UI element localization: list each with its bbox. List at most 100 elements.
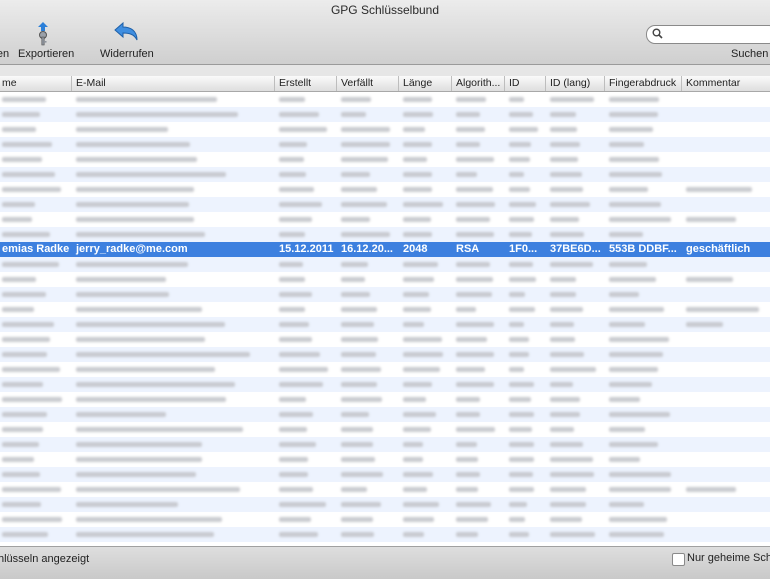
table-row[interactable] — [0, 287, 770, 302]
blurred-cell — [76, 532, 214, 537]
blurred-cell — [403, 367, 441, 372]
blurred-cell — [509, 157, 531, 162]
table-row[interactable] — [0, 167, 770, 182]
blurred-cell — [609, 412, 670, 417]
column-header-7[interactable]: ID (lang) — [546, 76, 605, 91]
blurred-cell — [279, 187, 314, 192]
table-row[interactable] — [0, 347, 770, 362]
table-row[interactable] — [0, 152, 770, 167]
table-row[interactable] — [0, 527, 770, 542]
blurred-cell — [509, 112, 534, 117]
blurred-cell — [609, 172, 662, 177]
blurred-cell — [609, 277, 656, 282]
table-row[interactable] — [0, 512, 770, 527]
blurred-cell — [279, 232, 305, 237]
blurred-cell — [550, 382, 574, 387]
blurred-cell — [279, 337, 313, 342]
blurred-cell — [403, 217, 431, 222]
blurred-cell — [509, 442, 535, 447]
blurred-cell — [609, 442, 658, 447]
blurred-cell — [609, 187, 648, 192]
table-row[interactable] — [0, 182, 770, 197]
search-input[interactable] — [665, 27, 770, 43]
table-row[interactable] — [0, 107, 770, 122]
column-header-1[interactable]: E-Mail — [72, 76, 275, 91]
blurred-cell — [403, 202, 444, 207]
column-header-2[interactable]: Erstellt — [275, 76, 337, 91]
blurred-cell — [2, 142, 53, 147]
blurred-cell — [403, 232, 433, 237]
blurred-cell — [341, 307, 377, 312]
column-header-9[interactable]: Kommentar — [682, 76, 770, 91]
column-header-3[interactable]: Verfällt — [337, 76, 399, 91]
blurred-cell — [509, 127, 538, 132]
blurred-cell — [456, 112, 481, 117]
table-row[interactable] — [0, 137, 770, 152]
blurred-cell — [550, 412, 580, 417]
blurred-cell — [456, 337, 487, 342]
blurred-cell — [509, 532, 529, 537]
table-row[interactable] — [0, 317, 770, 332]
blurred-cell — [609, 262, 647, 267]
secret-keys-only-checkbox[interactable] — [672, 553, 685, 566]
table-row[interactable] — [0, 392, 770, 407]
column-header-6[interactable]: ID — [505, 76, 546, 91]
table-row[interactable] — [0, 437, 770, 452]
table-row[interactable] — [0, 452, 770, 467]
blurred-cell — [456, 382, 495, 387]
blurred-cell — [509, 322, 525, 327]
table-row[interactable] — [0, 497, 770, 512]
blurred-cell — [403, 517, 435, 522]
table-row[interactable] — [0, 212, 770, 227]
blurred-cell — [341, 472, 384, 477]
blurred-cell — [341, 322, 374, 327]
blurred-cell — [341, 532, 375, 537]
column-header-8[interactable]: Fingerabdruck — [605, 76, 682, 91]
blurred-cell — [509, 427, 532, 432]
table-row[interactable] — [0, 467, 770, 482]
blurred-cell — [76, 397, 227, 402]
table-row[interactable] — [0, 332, 770, 347]
table-row[interactable] — [0, 227, 770, 242]
column-header-4[interactable]: Länge — [399, 76, 452, 91]
blurred-cell — [2, 472, 40, 477]
table-row[interactable] — [0, 422, 770, 437]
table-row[interactable] — [0, 362, 770, 377]
blurred-cell — [2, 442, 39, 447]
table-row[interactable] — [0, 377, 770, 392]
table-row[interactable] — [0, 122, 770, 137]
blurred-cell — [279, 112, 320, 117]
selected-key-row[interactable]: emias Radke jerry_radke@me.com 15.12.2011 1… — [0, 242, 770, 257]
selected-cell-3: 16.12.20... — [341, 243, 393, 255]
selected-cell-4: 2048 — [403, 243, 428, 255]
table-row[interactable] — [0, 272, 770, 287]
blurred-cell — [509, 487, 535, 492]
blurred-cell — [279, 367, 329, 372]
blurred-cell — [341, 157, 389, 162]
blurred-cell — [341, 442, 373, 447]
blurred-cell — [509, 262, 534, 267]
table-row[interactable] — [0, 197, 770, 212]
blurred-cell — [2, 172, 56, 177]
blurred-cell — [279, 97, 306, 102]
search-icon — [652, 28, 663, 39]
column-header-0[interactable]: me — [0, 76, 72, 91]
table-row[interactable] — [0, 257, 770, 272]
table-row[interactable] — [0, 482, 770, 497]
toolbar-button-label: en — [0, 48, 10, 60]
blurred-cell — [341, 337, 379, 342]
blurred-cell — [403, 382, 432, 387]
revoke-arrow-icon — [114, 22, 138, 41]
blurred-cell — [686, 322, 724, 327]
table-row[interactable] — [0, 302, 770, 317]
selected-cell-1: jerry_radke@me.com — [76, 243, 188, 255]
blurred-cell — [2, 532, 48, 537]
table-row[interactable] — [0, 407, 770, 422]
blurred-cell — [509, 277, 537, 282]
column-header-5[interactable]: Algorith... — [452, 76, 505, 91]
table-row[interactable] — [0, 92, 770, 107]
blurred-cell — [509, 367, 525, 372]
blurred-cell — [403, 112, 434, 117]
search-field[interactable] — [646, 25, 770, 44]
blurred-cell — [2, 262, 60, 267]
